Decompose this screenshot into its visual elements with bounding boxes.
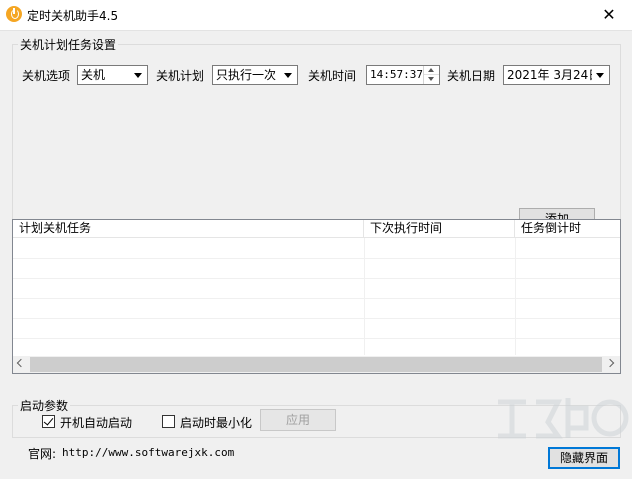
shutdown-plan-select[interactable]: 只执行一次	[212, 65, 298, 85]
autostart-label[interactable]: 开机自动启动	[60, 414, 132, 431]
watermark-logo	[498, 398, 629, 439]
start-minimized-label[interactable]: 启动时最小化	[180, 414, 252, 431]
title-bar[interactable]: 定时关机助手4.5 ✕	[0, 0, 632, 30]
shutdown-time-label: 关机时间	[308, 69, 357, 83]
close-button[interactable]: ✕	[586, 0, 632, 30]
scrollbar-thumb[interactable]	[30, 357, 602, 372]
spin-up-icon[interactable]	[424, 66, 439, 75]
window-title: 定时关机助手4.5	[27, 9, 119, 23]
shutdown-time-field[interactable]: 14:57:37	[366, 65, 440, 85]
task-list-header: 计划关机任务 下次执行时间 任务倒计时	[13, 220, 620, 238]
task-list[interactable]: 计划关机任务 下次执行时间 任务倒计时	[12, 219, 621, 374]
chevron-down-icon[interactable]	[592, 66, 609, 84]
row-gridline	[13, 298, 620, 299]
shutdown-option-label: 关机选项	[22, 69, 71, 83]
startup-group-label: 启动参数	[18, 397, 71, 414]
shutdown-plan-label: 关机计划	[156, 69, 205, 83]
autostart-checkbox[interactable]	[42, 415, 55, 428]
power-icon	[6, 6, 22, 22]
column-header-next-run[interactable]: 下次执行时间	[364, 220, 515, 238]
apply-button[interactable]: 应用	[260, 409, 336, 431]
scroll-left-icon[interactable]	[13, 356, 30, 373]
row-gridline	[13, 338, 620, 339]
shutdown-date-label: 关机日期	[447, 69, 496, 83]
shutdown-option-value: 关机	[81, 68, 106, 82]
website-label: 官网:	[28, 447, 57, 461]
scroll-right-icon[interactable]	[603, 356, 620, 373]
time-spinner[interactable]	[423, 66, 439, 84]
row-gridline	[13, 278, 620, 279]
chevron-down-icon[interactable]	[280, 66, 297, 84]
shutdown-plan-value: 只执行一次	[216, 68, 277, 82]
chevron-down-icon[interactable]	[130, 66, 147, 84]
start-minimized-checkbox[interactable]	[162, 415, 175, 428]
row-gridline	[13, 258, 620, 259]
horizontal-scrollbar[interactable]	[13, 356, 620, 373]
website-link[interactable]: http://www.softwarejxk.com	[62, 446, 234, 459]
close-icon: ✕	[602, 5, 616, 24]
hide-window-button[interactable]: 隐藏界面	[548, 447, 620, 469]
settings-group-label: 关机计划任务设置	[18, 36, 119, 53]
shutdown-date-value: 2021年 3月24日	[507, 68, 601, 82]
column-header-task[interactable]: 计划关机任务	[13, 220, 364, 238]
spin-down-icon[interactable]	[424, 75, 439, 84]
column-header-countdown[interactable]: 任务倒计时	[515, 220, 620, 238]
row-gridline	[13, 318, 620, 319]
shutdown-option-select[interactable]: 关机	[77, 65, 148, 85]
shutdown-time-value: 14:57:37	[370, 68, 423, 81]
shutdown-date-picker[interactable]: 2021年 3月24日	[503, 65, 610, 85]
